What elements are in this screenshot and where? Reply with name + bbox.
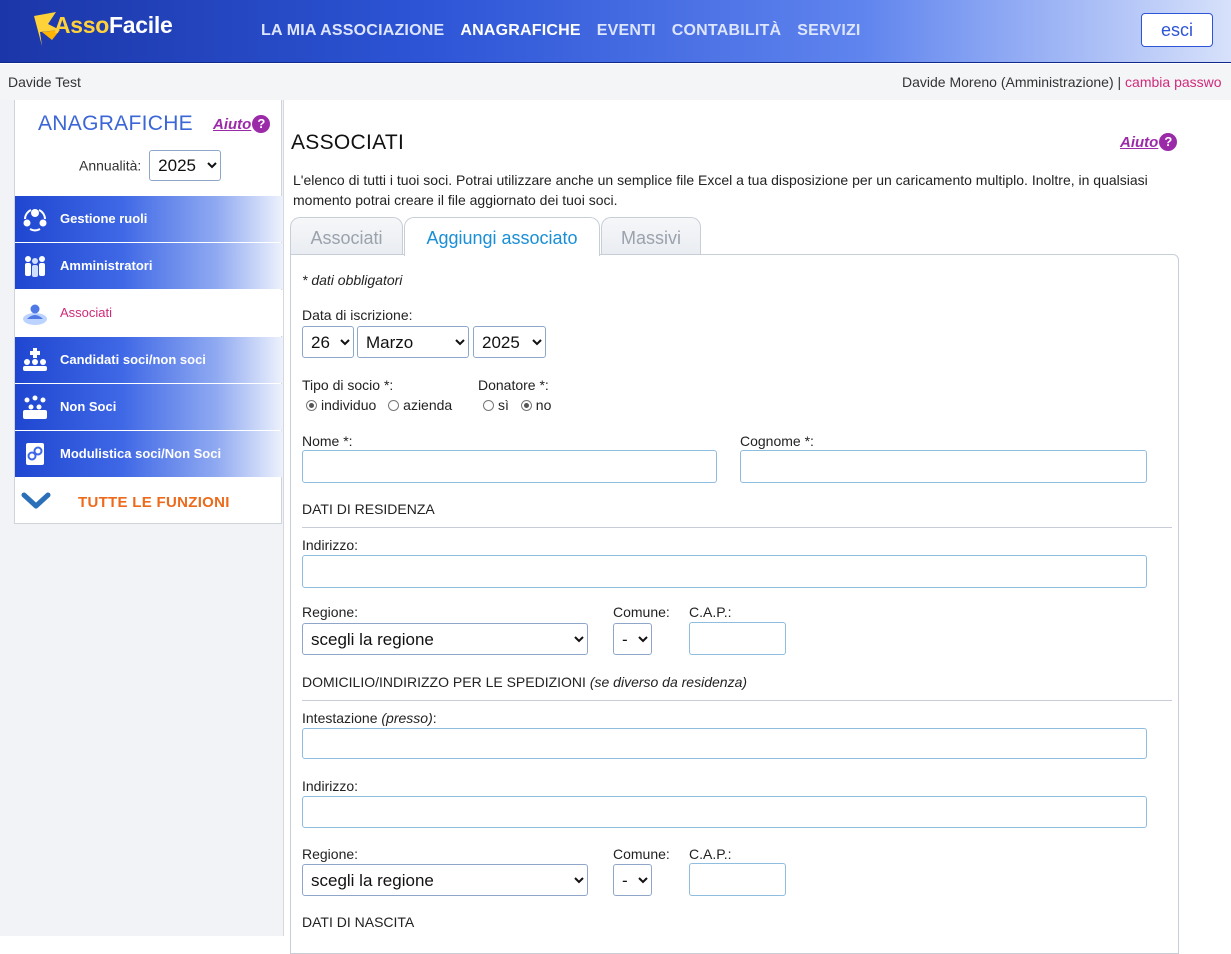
shipping-zip-input[interactable] <box>689 863 786 896</box>
member-type-radios: individuo azienda <box>306 397 452 413</box>
address-label: Indirizzo: <box>302 537 359 553</box>
donor-radios: sì no <box>483 397 551 413</box>
radio-label: individuo <box>321 397 377 413</box>
sidebar-item-label: Non Soci <box>60 399 117 414</box>
tab-aggiungi-associato[interactable]: Aggiungi associato <box>404 217 600 256</box>
tab-massivi[interactable]: Massivi <box>601 217 701 255</box>
residence-zip-input[interactable] <box>689 622 786 655</box>
date-label: Data di iscrizione: <box>302 307 413 323</box>
nav-eventi[interactable]: EVENTI <box>597 22 656 40</box>
content-help-link[interactable]: Aiuto? <box>1120 133 1178 151</box>
all-functions-label: TUTTE LE FUNZIONI <box>78 494 230 511</box>
sidebar-area: ANAGRAFICHE Aiuto? Annualità: 2025 Gesti… <box>0 100 284 936</box>
shipping-city-label: Comune: <box>613 846 670 862</box>
sidebar-item-modulistica[interactable]: Modulistica soci/Non Soci <box>15 431 283 477</box>
shipping-region-select[interactable]: scegli la regione <box>302 864 588 896</box>
candidates-icon <box>23 348 47 371</box>
nav-anagrafiche[interactable]: ANAGRAFICHE <box>460 22 580 40</box>
residence-region-select[interactable]: scegli la regione <box>302 623 588 655</box>
sidebar-help-link[interactable]: Aiuto? <box>213 115 271 133</box>
sidebar-item-label: Associati <box>60 305 113 320</box>
residence-city-select[interactable]: - <box>613 623 652 655</box>
city-label: Comune: <box>613 604 670 620</box>
main-nav: LA MIA ASSOCIAZIONE ANAGRAFICHE EVENTI C… <box>261 22 861 40</box>
help-icon: ? <box>252 115 271 133</box>
radio-azienda[interactable] <box>388 400 400 411</box>
shipping-address-label: Indirizzo: <box>302 778 359 794</box>
nav-la-mia-associazione[interactable]: LA MIA ASSOCIAZIONE <box>261 22 444 40</box>
top-header: AssoFacile LA MIA ASSOCIAZIONE ANAGRAFIC… <box>0 0 1231 63</box>
user-info: Davide Moreno (Amministrazione) | cambia… <box>902 74 1222 90</box>
all-functions-button[interactable]: TUTTE LE FUNZIONI <box>15 478 283 524</box>
member-icon <box>23 304 47 325</box>
tab-associati[interactable]: Associati <box>290 217 403 255</box>
sidebar: ANAGRAFICHE Aiuto? Annualità: 2025 Gesti… <box>14 100 283 524</box>
day-select[interactable]: 26 <box>302 326 354 358</box>
logout-button[interactable]: esci <box>1141 13 1213 47</box>
residence-section-title: DATI DI RESIDENZA <box>302 501 1172 528</box>
sidebar-item-non-soci[interactable]: Non Soci <box>15 384 283 430</box>
shipping-city-select[interactable]: - <box>613 864 652 896</box>
radio-label: azienda <box>403 397 453 413</box>
sidebar-item-candidati[interactable]: Candidati soci/non soci <box>15 337 283 383</box>
shipping-address-input[interactable] <box>302 796 1147 828</box>
sidebar-menu: Gestione ruoli Amministratori Associati <box>15 196 283 478</box>
care-of-input[interactable] <box>302 728 1147 759</box>
page-intro: L'elenco di tutti i tuoi soci. Potrai ut… <box>293 172 1148 208</box>
nav-servizi[interactable]: SERVIZI <box>797 22 860 40</box>
nav-contabilita[interactable]: CONTABILITÀ <box>672 22 781 40</box>
year-selector: Annualità: 2025 <box>79 150 222 181</box>
chevron-down-icon <box>21 492 51 509</box>
admins-icon <box>25 256 45 277</box>
residence-address-input[interactable] <box>302 555 1147 588</box>
page-title: ASSOCIATI <box>291 131 405 154</box>
radio-no[interactable] <box>520 400 532 411</box>
non-members-icon <box>23 395 47 419</box>
year-select[interactable]: 2025 <box>473 326 546 358</box>
shipping-region-label: Regione: <box>302 846 359 862</box>
birth-section-title: DATI DI NASCITA <box>302 914 415 930</box>
change-password-link[interactable]: cambia passwo <box>1125 74 1222 90</box>
region-label: Regione: <box>302 604 359 620</box>
sidebar-item-amministratori[interactable]: Amministratori <box>15 243 283 289</box>
radio-si[interactable] <box>483 400 494 411</box>
care-of-label: Intestazione (presso): <box>302 710 437 726</box>
sidebar-item-associati[interactable]: Associati <box>15 290 283 336</box>
sidebar-title: ANAGRAFICHE <box>38 112 193 135</box>
zip-label: C.A.P.: <box>689 604 732 620</box>
radio-label: sì <box>498 397 509 413</box>
organization-name: Davide Test <box>8 74 81 90</box>
sidebar-item-label: Candidati soci/non soci <box>60 352 206 367</box>
forms-icon <box>26 443 44 465</box>
year-label: Annualità: <box>79 157 142 174</box>
donor-label: Donatore *: <box>478 377 549 393</box>
sidebar-item-label: Modulistica soci/Non Soci <box>60 446 222 461</box>
logo-text[interactable]: AssoFacile <box>54 12 173 39</box>
month-select[interactable]: Marzo <box>357 326 469 358</box>
add-member-form: * dati obbligatori Data di iscrizione: 2… <box>290 254 1179 954</box>
name-input[interactable] <box>302 450 717 483</box>
surname-input[interactable] <box>740 450 1147 483</box>
user-bar: Davide Test Davide Moreno (Amministrazio… <box>0 64 1231 100</box>
surname-label: Cognome *: <box>740 433 814 449</box>
radio-label: no <box>535 397 552 413</box>
user-name: Davide Moreno (Amministrazione) | <box>902 74 1126 90</box>
sidebar-item-label: Gestione ruoli <box>60 211 148 226</box>
member-type-label: Tipo di socio *: <box>302 377 394 393</box>
roles-icon <box>23 209 47 232</box>
shipping-zip-label: C.A.P.: <box>689 846 732 862</box>
year-select[interactable]: 2025 <box>149 150 222 181</box>
help-icon: ? <box>1159 133 1178 151</box>
name-label: Nome *: <box>302 433 353 449</box>
radio-individuo[interactable] <box>306 400 317 411</box>
required-note: * dati obbligatori <box>302 272 403 288</box>
sidebar-item-gestione-ruoli[interactable]: Gestione ruoli <box>15 196 283 242</box>
shipping-section-title: DOMICILIO/INDIRIZZO PER LE SPEDIZIONI (s… <box>302 674 1172 701</box>
sidebar-item-label: Amministratori <box>60 258 153 273</box>
